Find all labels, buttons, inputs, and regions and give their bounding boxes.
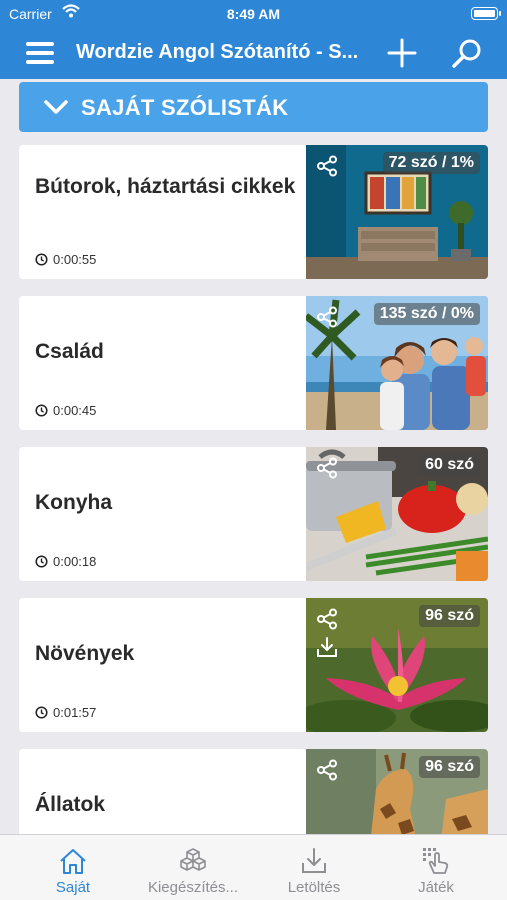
wordlist-timer: 0:00:18 xyxy=(35,554,96,569)
share-icon[interactable] xyxy=(316,759,338,781)
wordlist-time: 0:01:57 xyxy=(53,705,97,720)
wordlist-image-family: 135 szó / 0% xyxy=(306,296,488,430)
wordlist-name: Növények xyxy=(35,642,135,665)
section-header-own-lists[interactable]: SAJÁT SZÓLISTÁK xyxy=(19,82,488,132)
wordlist-card-plants[interactable]: Növények 0:01:57 96 szó xyxy=(19,598,488,732)
wordlist-list: Bútorok, háztartási cikkek 0:00:55 72 sz… xyxy=(19,145,488,900)
wordlist-image-furniture: 72 szó / 1% xyxy=(306,145,488,279)
word-count-badge: 60 szó xyxy=(419,454,480,476)
tab-addons[interactable]: Kiegészítés... xyxy=(130,835,256,900)
wordlist-card-furniture[interactable]: Bútorok, háztartási cikkek 0:00:55 72 sz… xyxy=(19,145,488,279)
status-time: 8:49 AM xyxy=(226,6,281,22)
wordlist-time: 0:00:45 xyxy=(53,403,97,418)
wordlist-timer: 0:00:45 xyxy=(35,403,96,418)
menu-icon[interactable] xyxy=(26,42,54,64)
home-icon xyxy=(60,849,86,874)
app-title: Wordzie Angol Szótanító - S... xyxy=(76,41,359,63)
cubes-icon xyxy=(180,848,206,871)
tab-label: Saját xyxy=(55,879,91,896)
wordlist-card-kitchen[interactable]: Konyha 0:00:18 60 szó xyxy=(19,447,488,581)
share-icon[interactable] xyxy=(316,306,338,328)
tab-label: Kiegészítés... xyxy=(147,879,239,896)
wordlist-image-plants: 96 szó xyxy=(306,598,488,732)
tab-label: Játék xyxy=(418,879,454,896)
tab-bar: Saját Kiegészítés... Letöltés Játék xyxy=(0,834,507,900)
download-icon xyxy=(302,848,326,873)
tab-own[interactable]: Saját xyxy=(10,835,136,900)
share-icon[interactable] xyxy=(316,457,338,479)
wordlist-timer: 0:01:57 xyxy=(35,705,96,720)
tab-game[interactable]: Játék xyxy=(373,835,499,900)
clock-icon xyxy=(35,706,48,719)
clock-icon xyxy=(35,555,48,568)
touch-icon xyxy=(423,848,449,874)
wordlist-name: Bútorok, háztartási cikkek xyxy=(35,175,296,198)
chevron-down-icon xyxy=(44,100,68,114)
wordlist-name: Család xyxy=(35,340,104,363)
wordlist-time: 0:00:55 xyxy=(53,252,97,267)
word-count-badge: 72 szó / 1% xyxy=(382,152,480,174)
wordlist-image-kitchen: 60 szó xyxy=(306,447,488,581)
download-icon[interactable] xyxy=(316,636,338,658)
share-icon[interactable] xyxy=(316,155,338,177)
section-title: SAJÁT SZÓLISTÁK xyxy=(81,95,289,120)
search-icon[interactable] xyxy=(450,37,484,71)
word-count-badge: 96 szó xyxy=(419,605,480,627)
share-icon[interactable] xyxy=(316,608,338,630)
wordlist-name: Állatok xyxy=(35,793,106,816)
tab-label: Letöltés xyxy=(287,879,341,896)
word-count-badge: 135 szó / 0% xyxy=(373,303,480,325)
clock-icon xyxy=(35,404,48,417)
wordlist-name: Konyha xyxy=(35,491,113,514)
wordlist-timer: 0:00:55 xyxy=(35,252,96,267)
wordlist-card-family[interactable]: Család 0:00:45 135 szó / 0% xyxy=(19,296,488,430)
clock-icon xyxy=(35,253,48,266)
word-count-badge: 96 szó xyxy=(419,756,480,778)
tab-download[interactable]: Letöltés xyxy=(251,835,377,900)
navigation-bar: Wordzie Angol Szótanító - S... xyxy=(0,28,507,79)
status-bar: Carrier 8:49 AM xyxy=(0,0,507,28)
plus-icon[interactable] xyxy=(386,37,418,69)
battery-icon xyxy=(471,7,501,20)
wordlist-time: 0:00:18 xyxy=(53,554,97,569)
